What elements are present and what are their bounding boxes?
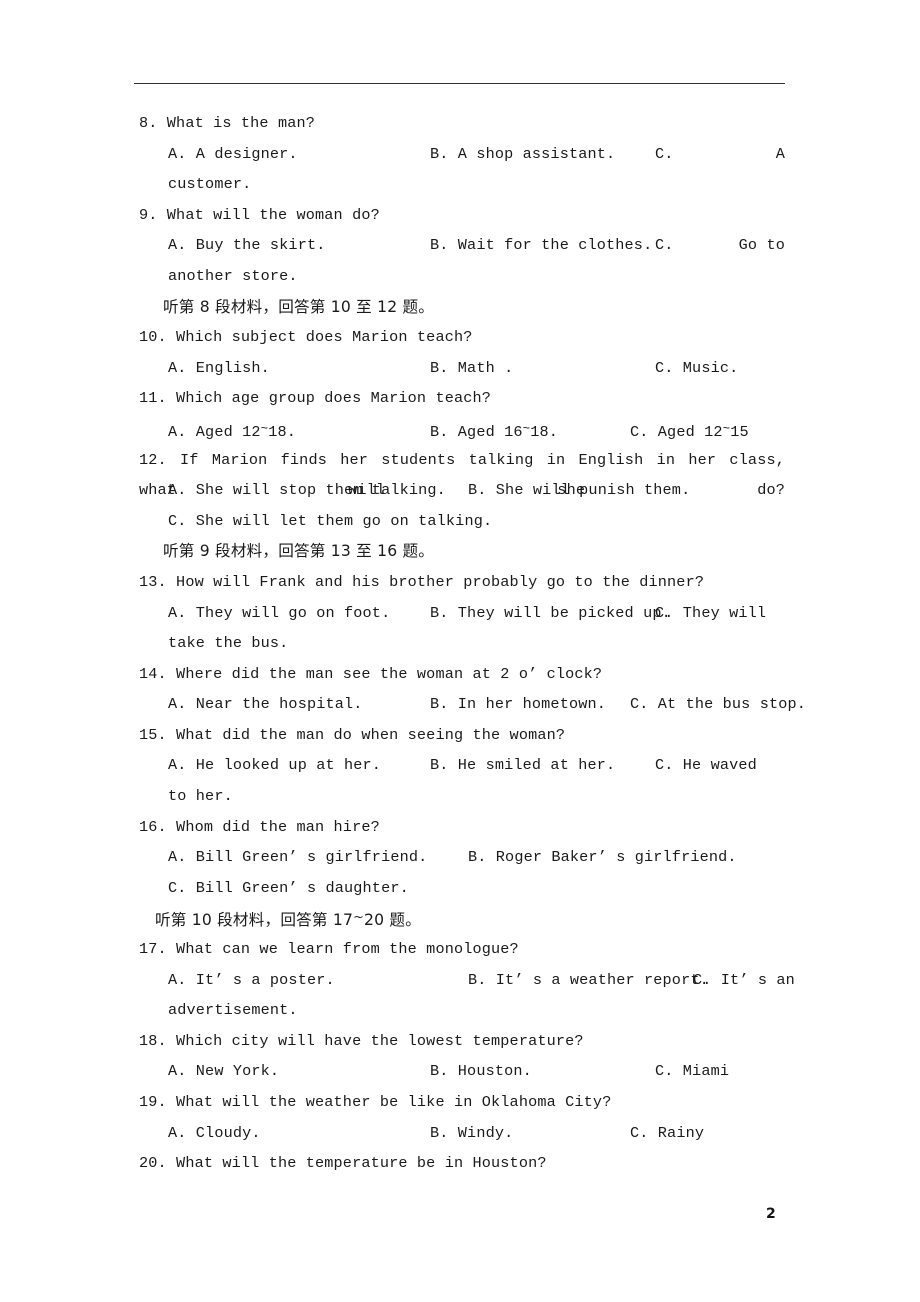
question-15-stem: 15. What did the man do when seeing the … — [139, 725, 566, 744]
question-14-option-c[interactable]: C. At the bus stop. — [630, 689, 806, 720]
question-14-options: A. Near the hospital. B. In her hometown… — [139, 689, 806, 720]
question-11-option-b[interactable]: B. Aged 16~18. — [430, 414, 630, 445]
question-16-option-a[interactable]: A. Bill Green’ s girlfriend. — [168, 842, 468, 873]
listening-direction-10: 听第 10 段材料，回答第 17~20 题。 — [139, 903, 785, 934]
question-8-stem: 8. What is the man? — [139, 114, 316, 132]
question-15-option-b[interactable]: B. He smiled at her. — [430, 750, 655, 781]
question-17-option-c[interactable]: C. It’ s an — [693, 965, 795, 996]
question-11-option-a[interactable]: A. Aged 12~18. — [168, 414, 430, 445]
question-15-options: A. He looked up at her. B. He smiled at … — [139, 750, 785, 781]
range-tilde-icon: ~ — [353, 910, 365, 926]
question-17-option-a[interactable]: A. It’ s a poster. — [168, 965, 468, 996]
question-17-option-b[interactable]: B. It’ s a weather report. — [468, 965, 709, 996]
question-8-options: A. A designer. B. A shop assistant. C. A — [139, 139, 785, 170]
question-11-option-a-post: 18. — [268, 422, 297, 441]
question-9-option-c-wrap: another store. — [168, 266, 298, 285]
question-13-stem: 13. How will Frank and his brother proba… — [139, 572, 705, 591]
question-17-option-c-wrap: advertisement. — [168, 1001, 298, 1020]
question-15-option-c[interactable]: C. He waved — [655, 750, 785, 781]
listening-direction-8: 听第 8 段材料，回答第 10 至 12 题。 — [163, 297, 435, 316]
question-14-option-b[interactable]: B. In her hometown. — [430, 689, 630, 720]
question-18-options: A. New York. B. Houston. C. Miami — [139, 1056, 785, 1087]
question-18-option-c[interactable]: C. Miami — [655, 1056, 785, 1087]
question-12-option-b[interactable]: B. She will punish them. — [468, 475, 690, 506]
page-number: 2 — [766, 1206, 776, 1222]
question-19-option-b[interactable]: B. Windy. — [430, 1118, 630, 1149]
question-13-option-a[interactable]: A. They will go on foot. — [168, 598, 430, 629]
question-10-option-c[interactable]: C. Music. — [655, 353, 785, 384]
question-16-options-row-1: A. Bill Green’ s girlfriend. B. Roger Ba… — [139, 842, 785, 873]
listening-direction-10-suffix: 20 题。 — [364, 911, 422, 930]
question-13-option-c-wrap: take the bus. — [168, 634, 289, 653]
exam-page: 8. What is the man? A. A designer. B. A … — [0, 0, 920, 1302]
question-11-options: A. Aged 12~18. B. Aged 16~18. C. Aged 12… — [139, 414, 785, 445]
question-11-option-b-pre: B. Aged 16 — [430, 422, 523, 441]
question-17-stem: 17. What can we learn from the monologue… — [139, 940, 519, 959]
question-11-option-c-post: 15 — [730, 422, 749, 441]
question-18-option-a[interactable]: A. New York. — [168, 1056, 430, 1087]
question-11-option-c-pre: C. Aged 12 — [630, 422, 723, 441]
question-10-options: A. English. B. Math . C. Music. — [139, 353, 785, 384]
question-10-stem: 10. Which subject does Marion teach? — [139, 328, 473, 347]
question-13-option-b[interactable]: B. They will be picked up. — [430, 598, 671, 629]
question-16-option-c[interactable]: C. Bill Green’ s daughter. — [139, 873, 785, 904]
header-divider-rule — [134, 83, 785, 84]
question-18-stem: 18. Which city will have the lowest temp… — [139, 1031, 584, 1050]
question-9-option-c[interactable]: C. Go to — [655, 230, 785, 261]
question-16-stem: 16. Whom did the man hire? — [139, 817, 380, 836]
question-10-option-a[interactable]: A. English. — [168, 353, 430, 384]
question-9-options: A. Buy the skirt. B. Wait for the clothe… — [139, 230, 785, 261]
question-19-option-a[interactable]: A. Cloudy. — [168, 1118, 430, 1149]
question-13-options: A. They will go on foot. B. They will be… — [139, 598, 785, 629]
question-13-option-c[interactable]: C. They will — [655, 598, 785, 629]
question-9-option-c-label: C. — [655, 236, 674, 255]
question-8-option-a[interactable]: A. A designer. — [168, 139, 430, 170]
question-20-stem: 20. What will the temperature be in Hous… — [139, 1154, 547, 1173]
question-12-option-a[interactable]: A. She will stop them talking. — [168, 475, 468, 506]
question-list: 8. What is the man? A. A designer. B. A … — [139, 108, 806, 1179]
question-8-option-c[interactable]: C. A — [655, 139, 785, 170]
question-19-options: A. Cloudy. B. Windy. C. Rainy — [139, 1118, 785, 1149]
question-12-options-row-1: A. She will stop them talking. B. She wi… — [139, 475, 785, 506]
question-17-options: A. It’ s a poster. B. It’ s a weather re… — [139, 965, 795, 996]
question-11-option-c[interactable]: C. Aged 12~15 — [630, 414, 785, 445]
question-9-option-c-overflow: Go to — [738, 236, 785, 255]
question-11-option-a-pre: A. Aged 12 — [168, 422, 261, 441]
question-19-option-c[interactable]: C. Rainy — [630, 1118, 785, 1149]
listening-direction-9: 听第 9 段材料，回答第 13 至 16 题。 — [163, 542, 435, 561]
listening-direction-10-prefix: 听第 10 段材料，回答第 17 — [155, 911, 354, 930]
question-14-option-a[interactable]: A. Near the hospital. — [168, 689, 430, 720]
question-8-option-c-overflow: A — [775, 144, 785, 163]
question-14-stem: 14. Where did the man see the woman at 2… — [139, 664, 603, 683]
question-10-option-b[interactable]: B. Math . — [430, 353, 655, 384]
question-11-stem: 11. Which age group does Marion teach? — [139, 389, 492, 408]
question-11-option-b-post: 18. — [530, 422, 559, 441]
question-9-option-a[interactable]: A. Buy the skirt. — [168, 230, 430, 261]
question-9-option-b[interactable]: B. Wait for the clothes. — [430, 230, 655, 261]
question-15-option-c-wrap: to her. — [168, 787, 233, 806]
question-12-stem: 12. If Marion finds her students talking… — [139, 450, 785, 500]
question-16-option-b[interactable]: B. Roger Baker’ s girlfriend. — [468, 842, 737, 873]
question-8-option-c-wrap: customer. — [168, 175, 252, 194]
question-8-option-c-label: C. — [655, 144, 674, 163]
question-8-option-b[interactable]: B. A shop assistant. — [430, 139, 655, 170]
question-18-option-b[interactable]: B. Houston. — [430, 1056, 655, 1087]
question-12-option-c[interactable]: C. She will let them go on talking. — [139, 506, 785, 537]
question-9-stem: 9. What will the woman do? — [139, 205, 380, 224]
question-15-option-a[interactable]: A. He looked up at her. — [168, 750, 430, 781]
question-19-stem: 19. What will the weather be like in Okl… — [139, 1093, 612, 1111]
